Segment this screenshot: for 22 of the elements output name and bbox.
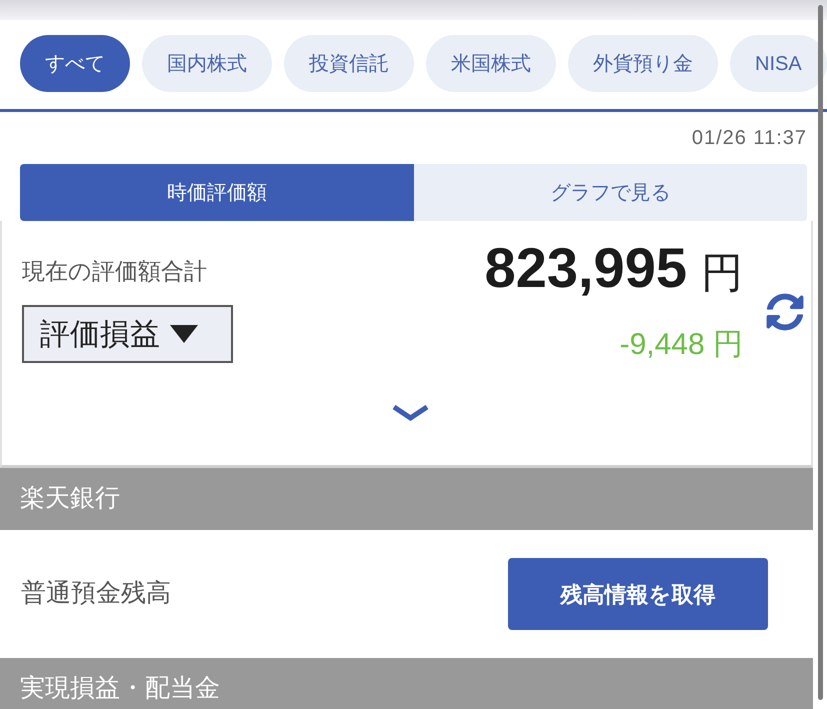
chevron-down-icon[interactable]	[392, 404, 429, 422]
section-title: 実現損益・配当金	[20, 673, 220, 704]
currency-unit: 円	[701, 252, 743, 294]
filter-chip[interactable]: NISA	[730, 35, 827, 92]
timestamp: 01/26 11:37	[692, 126, 807, 151]
filter-chip[interactable]: 投資信託	[284, 35, 414, 92]
view-tab[interactable]: 時価評価額	[20, 164, 414, 221]
filter-chip[interactable]: すべて	[20, 35, 130, 92]
section-title: 楽天銀行	[20, 483, 120, 514]
balance-label: 普通預金残高	[21, 578, 171, 610]
filter-chip[interactable]: 国内株式	[142, 35, 272, 92]
scrollbar-thumb[interactable]	[818, 5, 823, 700]
filter-chip[interactable]: 外貨預り金	[568, 35, 718, 92]
profit-loss-value: -9,448 円	[620, 327, 743, 363]
total-label: 現在の評価額合計	[22, 256, 207, 286]
select-dropdown[interactable]: 評価損益	[22, 305, 233, 363]
view-tab[interactable]: グラフで見る	[414, 164, 807, 221]
filter-chip[interactable]: 米国株式	[426, 35, 556, 92]
total-value: 823,995	[484, 240, 687, 296]
refresh-icon[interactable]	[766, 293, 804, 331]
fetch-balance-button[interactable]: 残高情報を取得	[508, 558, 768, 630]
caret-icon	[170, 325, 198, 343]
